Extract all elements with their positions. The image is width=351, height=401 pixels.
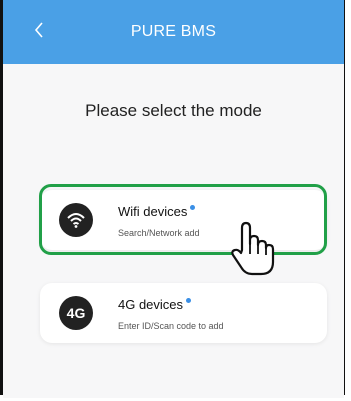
- app-header: PURE BMS: [3, 0, 344, 64]
- back-button[interactable]: [33, 20, 55, 44]
- 4g-icon: 4G: [59, 296, 93, 330]
- 4g-devices-option[interactable]: 4G 4G devices Enter ID/Scan code to add: [40, 283, 327, 343]
- page-title: PURE BMS: [130, 23, 217, 40]
- status-dot: [186, 298, 192, 303]
- chevron-left-icon: [34, 22, 43, 38]
- 4g-devices-subtitle: Enter ID/Scan code to add: [118, 321, 224, 331]
- hand-cursor-icon: [231, 221, 275, 276]
- mode-prompt: Please select the mode: [85, 101, 262, 120]
- app-screen: PURE BMS Please select the mode Wifi dev…: [3, 0, 344, 398]
- 4g-devices-title: 4G devices: [118, 297, 192, 312]
- selection-highlight: [39, 184, 327, 255]
